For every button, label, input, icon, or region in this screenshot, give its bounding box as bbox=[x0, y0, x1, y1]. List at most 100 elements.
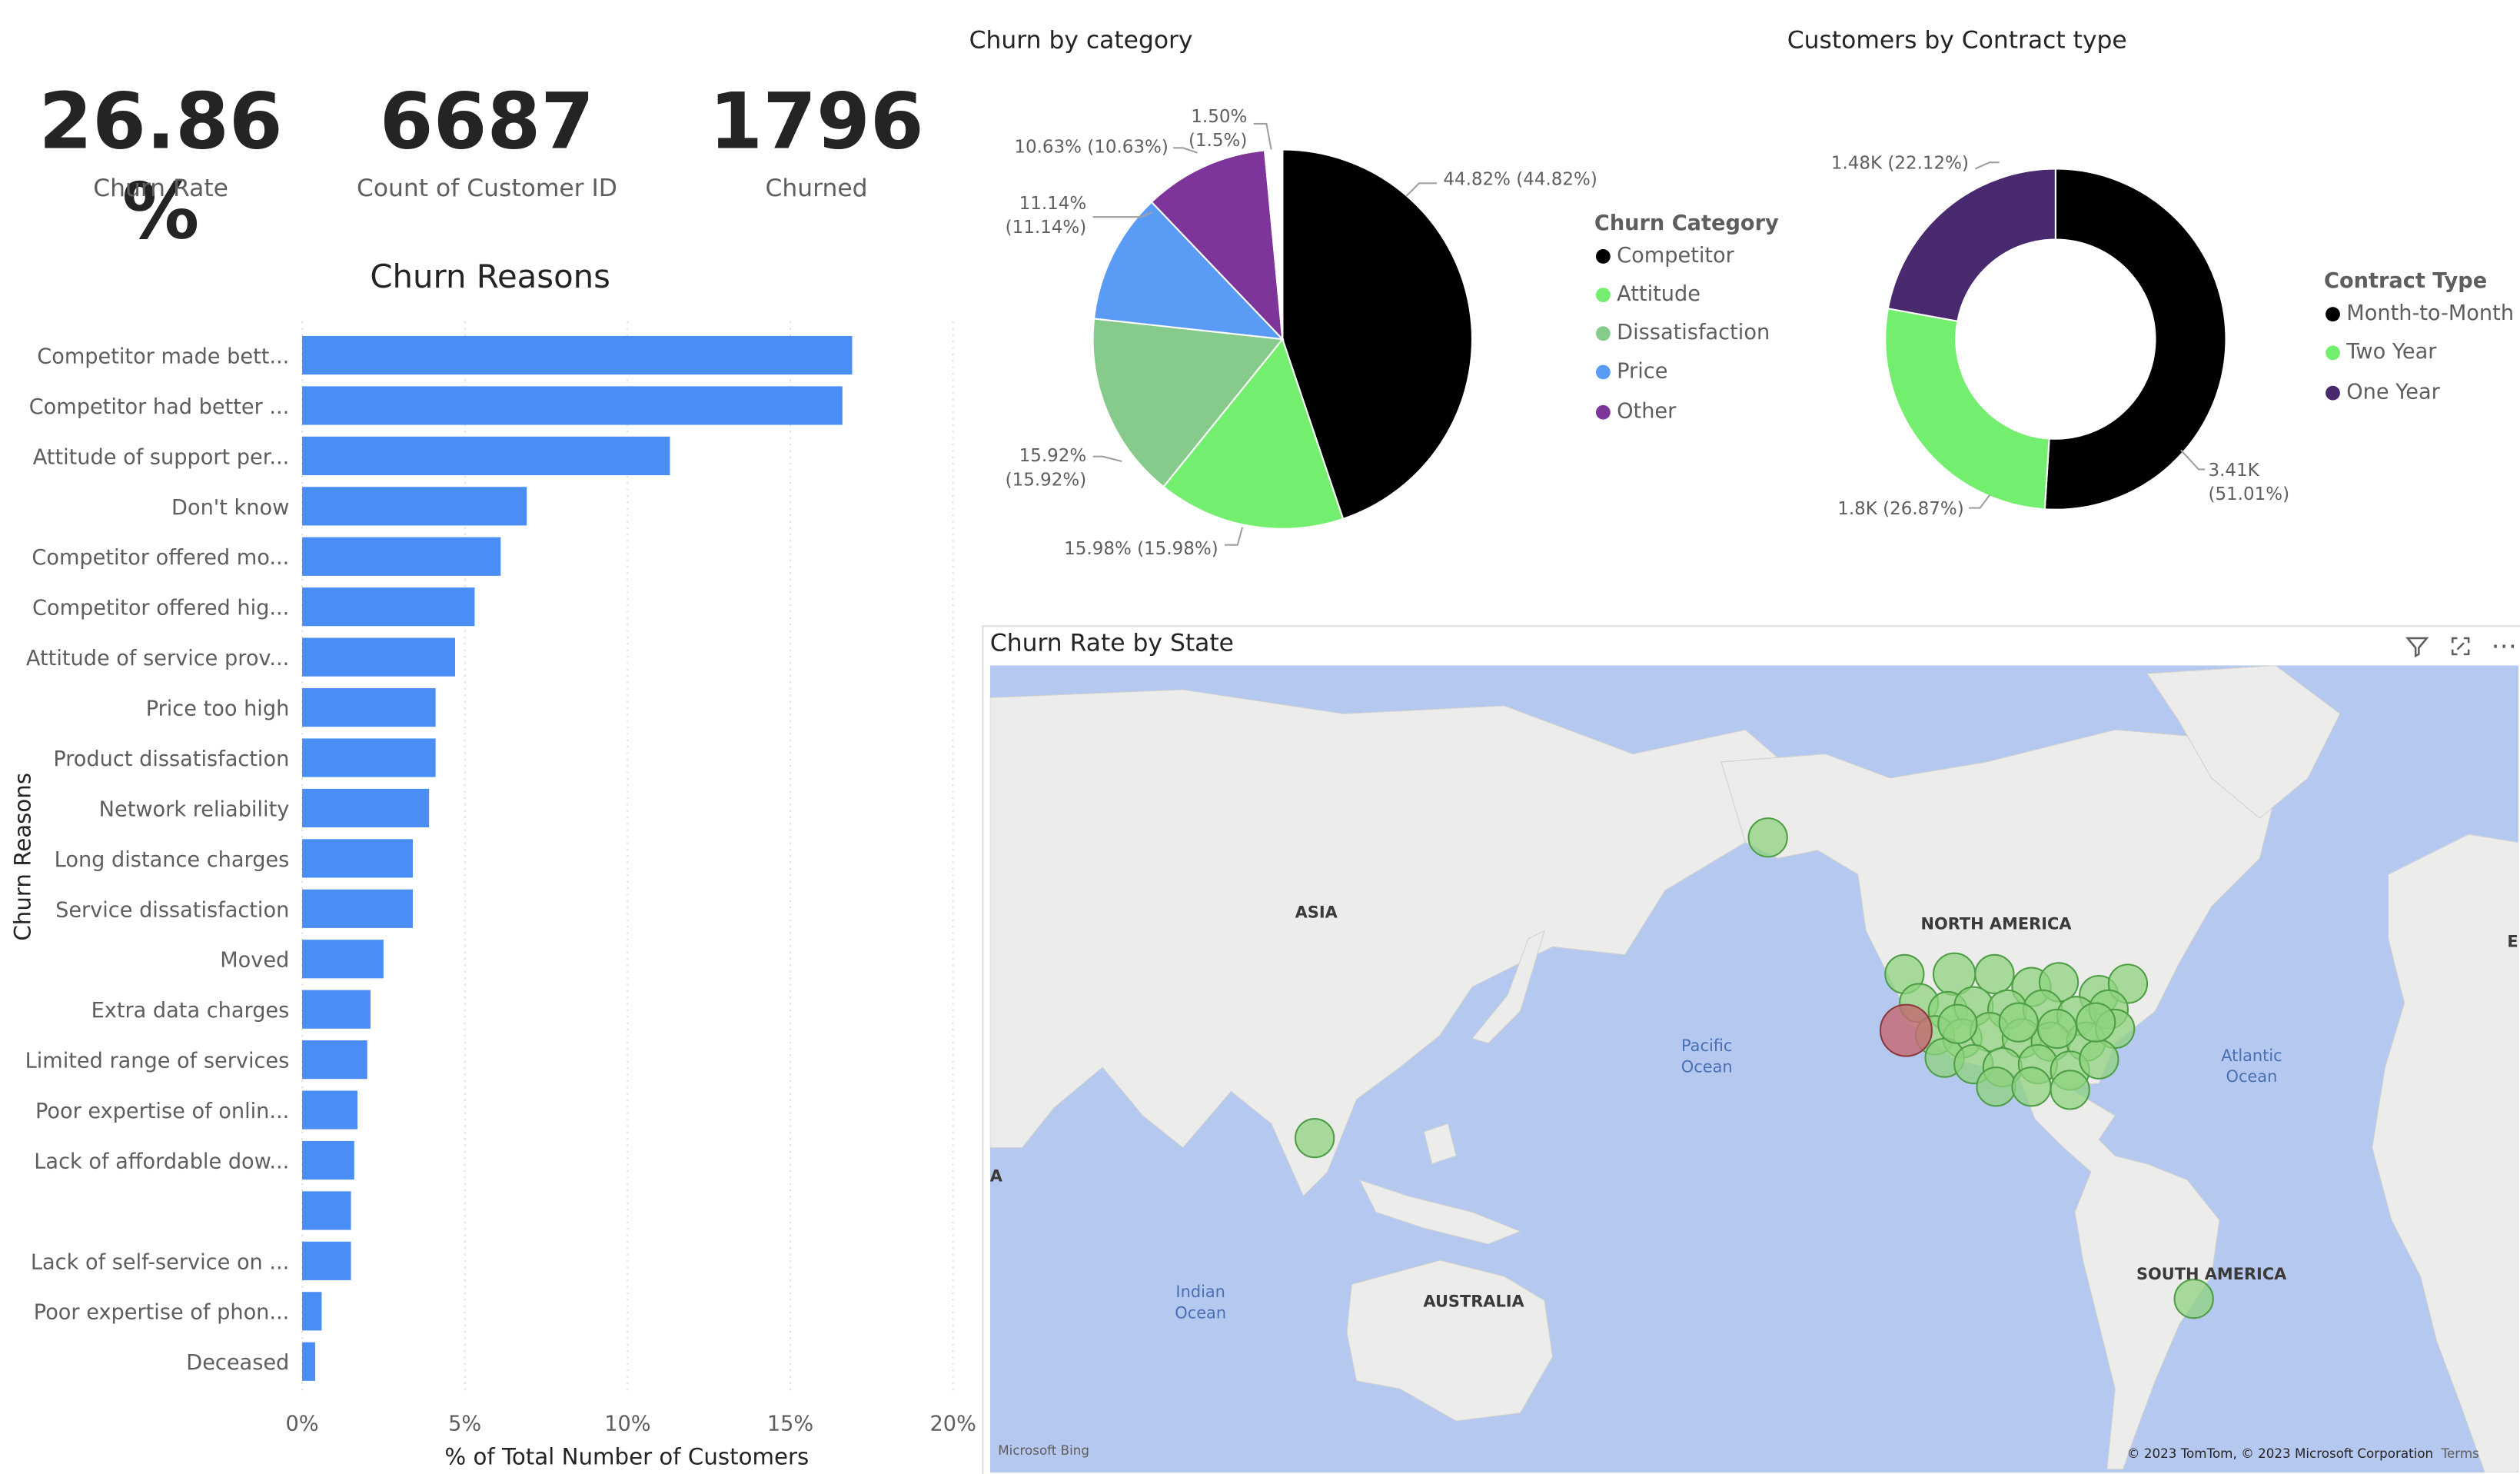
churn-reasons-bar-chart: Competitor made bett... Competitor had be… bbox=[10, 321, 976, 1470]
category-label: Extra data charges bbox=[91, 999, 290, 1023]
donut-label-month-to-month-pct: (51.01%) bbox=[2208, 484, 2289, 504]
map-terms-link[interactable]: Terms bbox=[2441, 1446, 2479, 1461]
category-label: Attitude of service prov... bbox=[26, 647, 289, 670]
category-label: Competitor had better ... bbox=[29, 395, 290, 419]
legend-label: Dissatisfaction bbox=[1617, 321, 1770, 346]
map-label-edge-e: E bbox=[2507, 932, 2518, 950]
legend-dot bbox=[1595, 288, 1611, 303]
pie-label-small-slice: 1.50% bbox=[1191, 107, 1247, 127]
pie-legend-title: Churn Category bbox=[1594, 211, 1779, 237]
bar-chart-title: Churn Reasons bbox=[370, 257, 610, 296]
pie-label-dissatisfaction: 15.92% bbox=[1019, 446, 1087, 466]
bar[interactable] bbox=[302, 587, 475, 627]
map-attribution: © 2023 TomTom, © 2023 Microsoft Corporat… bbox=[2127, 1446, 2433, 1461]
pie-slice[interactable] bbox=[2043, 168, 2227, 511]
bar-chart-xlabel: % of Total Number of Customers bbox=[444, 1444, 809, 1470]
map-bubble[interactable] bbox=[2036, 1008, 2078, 1050]
bar[interactable] bbox=[302, 335, 853, 375]
map-label-edge-a: A bbox=[990, 1167, 1003, 1186]
legend-item-one-year[interactable]: One Year bbox=[2326, 381, 2440, 405]
pie-label-price-pct: (11.14%) bbox=[1006, 218, 1087, 238]
bar[interactable] bbox=[302, 487, 527, 526]
map-bubble[interactable] bbox=[2011, 1066, 2052, 1107]
bar[interactable] bbox=[302, 1292, 322, 1331]
pie-label-small-slice-pct: (1.5%) bbox=[1189, 131, 1247, 151]
filter-icon[interactable] bbox=[2405, 634, 2430, 666]
legend-dot bbox=[2326, 385, 2340, 401]
bar[interactable] bbox=[302, 990, 371, 1029]
category-label: Price too high bbox=[146, 697, 290, 721]
customer-count-label: Count of Customer ID bbox=[356, 173, 617, 203]
map-bubble[interactable] bbox=[1998, 1002, 2039, 1043]
map-bubble[interactable] bbox=[2173, 1279, 2214, 1319]
map-visual: Churn Rate by State ⋯ ASIA NORTH AMERICA… bbox=[982, 625, 2520, 1474]
pie-chart-title: Churn by category bbox=[969, 25, 1193, 55]
legend-item-price[interactable]: Price bbox=[1595, 360, 1667, 384]
dashboard: 26.86 % Churn Rate 6687 Count of Custome… bbox=[0, 0, 2520, 1474]
bar[interactable] bbox=[302, 1140, 354, 1180]
customer-count-value: 6687 bbox=[379, 77, 595, 168]
legend-item-attitude[interactable]: Attitude bbox=[1595, 283, 1701, 307]
bar[interactable] bbox=[302, 386, 843, 425]
legend-item-dissatisfaction[interactable]: Dissatisfaction bbox=[1595, 321, 1770, 346]
pie-label-attitude: 15.98% (15.98%) bbox=[1064, 539, 1218, 559]
legend-dot bbox=[1595, 364, 1611, 380]
category-label: Moved bbox=[220, 949, 289, 973]
churn-by-category-pie: 44.82% (44.82%) 15.98% (15.98%) 15.92% (… bbox=[1006, 107, 1597, 559]
more-options-icon[interactable]: ⋯ bbox=[2491, 631, 2516, 661]
x-tick-label: 0% bbox=[285, 1412, 318, 1436]
churned-label: Churned bbox=[765, 173, 868, 203]
map-bubble-high-churn[interactable] bbox=[1879, 1003, 1933, 1057]
bing-logo: Microsoft Bing bbox=[998, 1442, 1089, 1458]
bar[interactable] bbox=[302, 637, 456, 677]
map-bubble[interactable] bbox=[1937, 1003, 1978, 1044]
map-title: Churn Rate by State bbox=[989, 628, 1234, 658]
bar[interactable] bbox=[302, 537, 501, 576]
legend-item-competitor[interactable]: Competitor bbox=[1595, 245, 1734, 268]
category-label: Competitor offered hig... bbox=[32, 597, 289, 621]
map-bubble[interactable] bbox=[1976, 1066, 2016, 1107]
legend-dot bbox=[2326, 307, 2340, 322]
bar[interactable] bbox=[302, 1040, 367, 1080]
bar[interactable] bbox=[302, 1191, 351, 1230]
churned-value: 1796 bbox=[709, 77, 924, 168]
legend-label: One Year bbox=[2346, 381, 2440, 405]
map-canvas[interactable]: ASIA NORTH AMERICA SOUTH AMERICA AUSTRAL… bbox=[989, 665, 2518, 1472]
bar[interactable] bbox=[302, 889, 413, 928]
map-bubble[interactable] bbox=[2079, 1039, 2119, 1080]
bar[interactable] bbox=[302, 1241, 351, 1280]
contract-type-donut: 3.41K (51.01%) 1.48K (22.12%) 1.8K (26.8… bbox=[1831, 154, 2289, 519]
bar[interactable] bbox=[302, 839, 413, 878]
bar[interactable] bbox=[302, 436, 670, 475]
pie-label-other: 10.63% (10.63%) bbox=[1014, 138, 1169, 158]
map-bubble[interactable] bbox=[2050, 1070, 2090, 1110]
legend-dot bbox=[2326, 345, 2340, 361]
map-bubble[interactable] bbox=[1294, 1118, 1335, 1159]
category-label: Long distance charges bbox=[55, 848, 290, 872]
x-tick-label: 10% bbox=[604, 1412, 650, 1436]
legend-item-two-year[interactable]: Two Year bbox=[2326, 341, 2437, 365]
category-label: Limited range of services bbox=[25, 1050, 290, 1073]
bar[interactable] bbox=[302, 940, 384, 979]
map-bubble[interactable] bbox=[2076, 1002, 2116, 1043]
donut-label-one-year: 1.48K (22.12%) bbox=[1831, 154, 1969, 174]
category-label: Lack of self-service on ... bbox=[31, 1250, 289, 1274]
bar[interactable] bbox=[302, 687, 436, 727]
legend-label: Two Year bbox=[2346, 341, 2437, 365]
bar[interactable] bbox=[302, 788, 430, 828]
pie-slice[interactable] bbox=[1887, 168, 2056, 323]
legend-label: Month-to-Month bbox=[2346, 302, 2515, 327]
bar[interactable] bbox=[302, 738, 436, 777]
map-label-north-america: NORTH AMERICA bbox=[1921, 914, 2073, 933]
map-bubble[interactable] bbox=[1747, 817, 1788, 858]
churn-rate-value: 26.86 % bbox=[38, 77, 283, 258]
bar[interactable] bbox=[302, 1090, 358, 1130]
legend-label: Other bbox=[1617, 400, 1677, 424]
legend-item-other[interactable]: Other bbox=[1595, 400, 1677, 424]
legend-item-month-to-month[interactable]: Month-to-Month bbox=[2326, 302, 2514, 326]
donut-label-month-to-month: 3.41K bbox=[2208, 461, 2259, 481]
bar[interactable] bbox=[302, 1342, 315, 1381]
focus-mode-icon[interactable] bbox=[2448, 634, 2473, 666]
pie-slice[interactable] bbox=[1884, 308, 2050, 511]
map-label-atlantic: Atlantic bbox=[2221, 1046, 2282, 1065]
